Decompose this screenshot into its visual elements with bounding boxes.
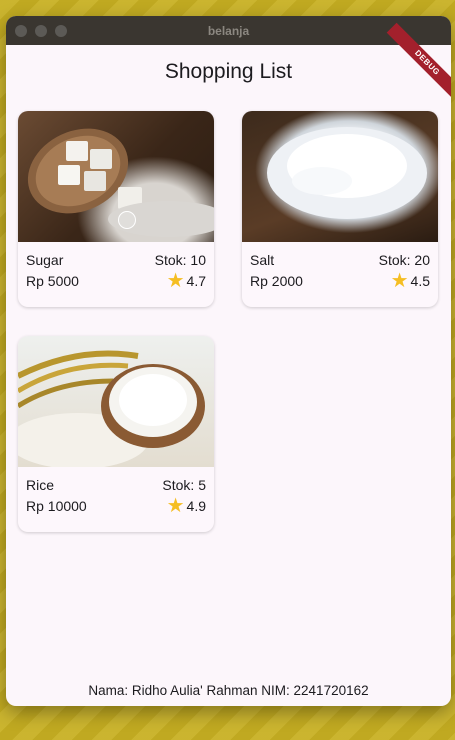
page-title: Shopping List — [164, 60, 293, 83]
product-stock: Stok: 10 — [154, 252, 206, 268]
product-rating: ★ 4.9 — [167, 496, 206, 516]
product-stock: Stok: 20 — [378, 252, 430, 268]
product-name: Rice — [26, 477, 55, 493]
product-price: Rp 10000 — [26, 498, 87, 514]
rating-value: 4.5 — [410, 273, 430, 289]
window-controls — [15, 25, 67, 37]
product-price: Rp 5000 — [26, 273, 79, 289]
close-window-button[interactable] — [15, 25, 27, 37]
product-stock: Stok: 5 — [162, 477, 206, 493]
product-name: Salt — [250, 252, 275, 268]
rating-value: 4.9 — [186, 498, 206, 514]
product-card-rice[interactable]: Rice Stok: 5 Rp 10000 ★ 4.9 — [18, 336, 214, 532]
product-price: Rp 2000 — [250, 273, 303, 289]
star-icon: ★ — [166, 495, 185, 517]
product-card-salt[interactable]: Salt Stok: 20 Rp 2000 ★ 4.5 — [242, 111, 438, 307]
rice-image — [18, 336, 214, 467]
star-icon: ★ — [390, 270, 409, 292]
footer-text: Nama: Ridho Aulia' Rahman NIM: 224172016… — [88, 683, 369, 698]
app-window: belanja DEBUG Shopping List Sugar Stok: … — [6, 16, 451, 706]
product-rating: ★ 4.5 — [391, 271, 430, 291]
minimize-window-button[interactable] — [35, 25, 47, 37]
product-card-sugar[interactable]: Sugar Stok: 10 Rp 5000 ★ 4.7 — [18, 111, 214, 307]
product-name: Sugar — [26, 252, 64, 268]
window-title: belanja — [207, 23, 250, 38]
title-bar: belanja — [6, 16, 451, 45]
star-icon: ★ — [166, 270, 185, 292]
sugar-image — [18, 111, 214, 242]
product-rating: ★ 4.7 — [167, 271, 206, 291]
maximize-window-button[interactable] — [55, 25, 67, 37]
salt-image — [242, 111, 438, 242]
mouse-cursor — [118, 211, 136, 229]
rating-value: 4.7 — [186, 273, 206, 289]
